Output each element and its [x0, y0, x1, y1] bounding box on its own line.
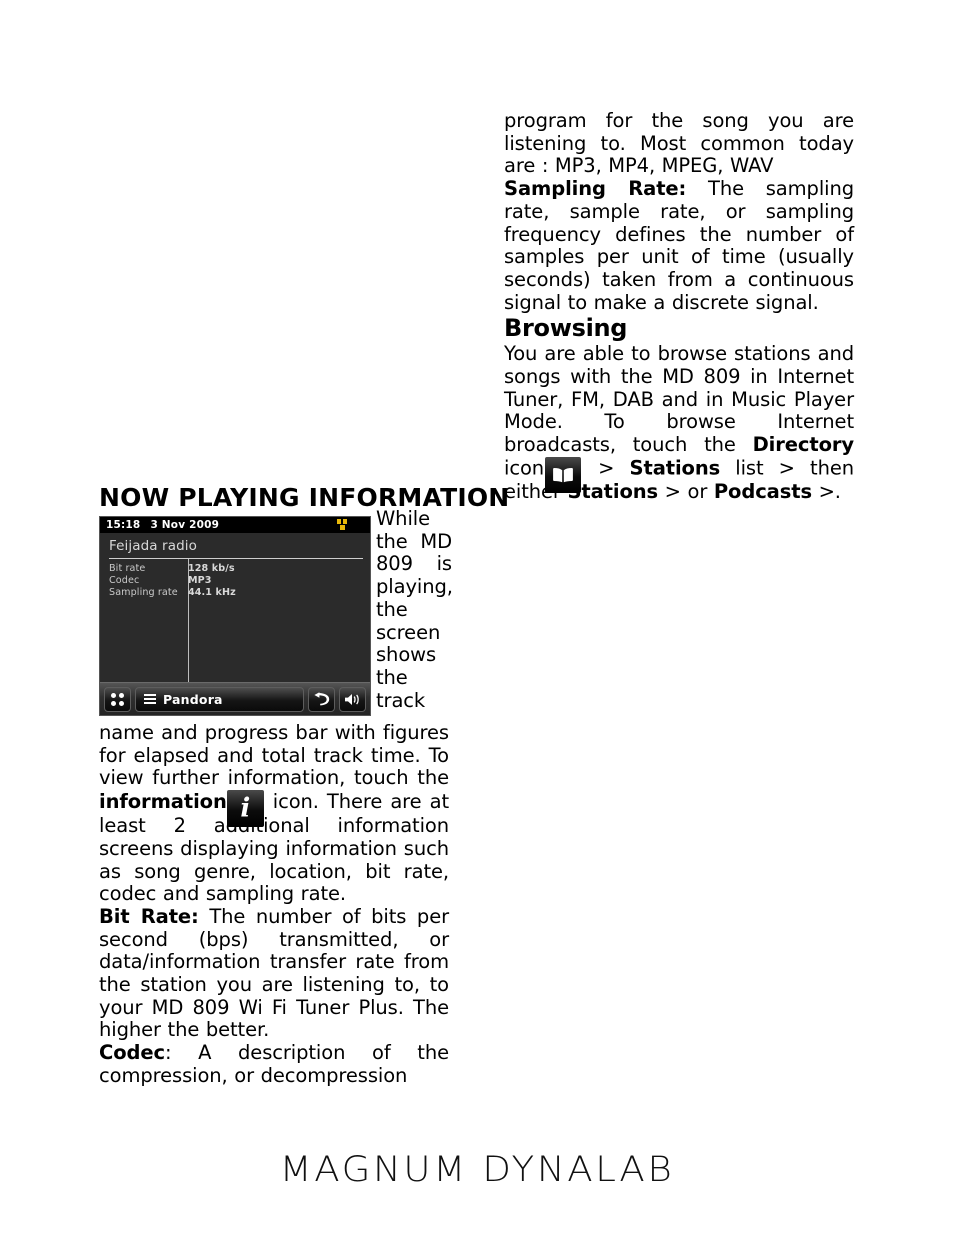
table-row: Codec MP3	[109, 575, 370, 587]
device-status-bar: 15:18 3 Nov 2009	[100, 517, 370, 533]
paragraph-now-playing: name and progress bar with figures for e…	[99, 721, 449, 906]
table-row: Sampling rate 44.1 kHz	[109, 587, 370, 599]
device-screenshot: 15:18 3 Nov 2009 Feijada radio Bit rate …	[99, 516, 371, 716]
row-value: 44.1 kHz	[188, 587, 236, 599]
row-key: Sampling rate	[109, 587, 178, 599]
grid-dots-icon	[111, 692, 124, 706]
left-para1-a: name and progress bar with figures for e…	[99, 721, 449, 790]
wrap-text-beside-device: While the MD 809 is playing, the screen …	[376, 507, 453, 712]
back-button[interactable]	[308, 686, 335, 712]
now-playing-station-title: Feijada radio	[109, 538, 197, 554]
status-time: 15:18	[106, 519, 141, 531]
podcasts-bold-label: Podcasts	[713, 479, 812, 503]
volume-button[interactable]	[339, 686, 366, 712]
information-icon[interactable]: i	[226, 790, 264, 828]
device-toolbar: Pandora	[100, 682, 370, 715]
right-column-text: program for the song you are listening t…	[504, 109, 855, 504]
source-label: Pandora	[163, 691, 223, 707]
paragraph-sampling-rate: Sampling Rate: The sampling rate, sample…	[504, 177, 854, 314]
source-menu-button[interactable]: Pandora	[135, 686, 304, 712]
table-row: Bit rate 128 kb/s	[109, 563, 370, 575]
speaker-volume-icon	[345, 693, 359, 705]
paragraph-browsing: You are able to browse stations and song…	[504, 342, 855, 503]
back-arrow-icon	[313, 692, 329, 706]
row-key: Codec	[109, 575, 140, 587]
left-column-text: name and progress bar with figures for e…	[99, 721, 449, 1088]
home-grid-button[interactable]	[104, 686, 131, 712]
stations-bold-label: Stations	[567, 479, 659, 503]
row-value: 128 kb/s	[188, 563, 235, 574]
browsing-text-d: > or	[658, 479, 714, 503]
information-bold-label: information	[99, 790, 227, 814]
stations-list-bold-label: Stations	[629, 456, 721, 480]
directory-book-icon[interactable]	[545, 456, 582, 493]
directory-bold-label: Directory	[752, 433, 855, 457]
now-playing-info-table: Bit rate 128 kb/s Codec MP3 Sampling rat…	[100, 559, 370, 685]
codec-label: Codec	[99, 1041, 165, 1065]
right-column: program for the song you are listening t…	[504, 109, 855, 504]
browsing-text-b: >	[583, 456, 630, 480]
row-value: MP3	[188, 575, 212, 587]
paragraph-codec: Codec: A description of the compression,…	[99, 1041, 449, 1087]
sampling-rate-label: Sampling Rate:	[504, 177, 687, 201]
bit-rate-label: Bit Rate:	[99, 904, 199, 928]
status-date: 3 Nov 2009	[150, 519, 220, 531]
signal-strength-icon	[337, 519, 348, 530]
information-i-glyph: i	[240, 793, 251, 824]
browsing-heading: Browsing	[504, 314, 628, 343]
paragraph-codec-continued: program for the song you are listening t…	[504, 109, 854, 178]
paragraph-bit-rate: Bit Rate: The number of bits per second …	[99, 904, 449, 1042]
browsing-text-e: >.	[811, 479, 841, 503]
hamburger-menu-icon	[144, 693, 156, 705]
brand-logo: MAGNUM DYNALAB	[279, 1150, 675, 1190]
row-key: Bit rate	[109, 563, 146, 574]
book-glyph	[553, 467, 573, 483]
left-column: name and progress bar with figures for e…	[99, 721, 449, 1088]
browsing-icon-lead: icon	[504, 456, 545, 480]
